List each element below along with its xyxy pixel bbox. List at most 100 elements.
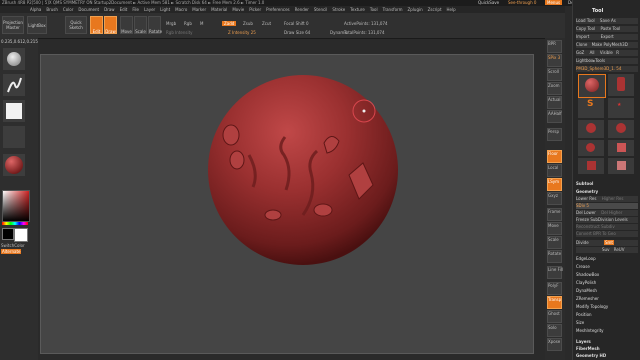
tool-thumb-pm3d-cube[interactable]: [608, 158, 634, 174]
menu-macro[interactable]: Macro: [175, 7, 187, 12]
freeze-subdiv-button[interactable]: Freeze SubDivision Levels: [576, 217, 638, 223]
color-picker[interactable]: [2, 190, 30, 222]
tool-thumb-polymesh[interactable]: ★: [608, 98, 634, 118]
tool-thumb-sphere3d[interactable]: [578, 120, 604, 138]
material-thumbnail[interactable]: [3, 154, 25, 176]
main-color-swatch[interactable]: [14, 228, 28, 242]
dynamesh-section[interactable]: DynaMesh: [576, 288, 638, 294]
higher-res-button[interactable]: Higher Res: [602, 196, 624, 201]
solo-button[interactable]: Solo: [547, 324, 562, 337]
transp-button[interactable]: Transp: [547, 296, 562, 309]
sdiv-slider[interactable]: SDiv 5: [576, 203, 638, 209]
layers-section[interactable]: Layers: [576, 339, 638, 345]
quicksave-button[interactable]: QuickSave: [478, 0, 499, 5]
position-section[interactable]: Position: [576, 312, 638, 318]
zoom-button[interactable]: Zoom: [547, 82, 562, 95]
reconstruct-subdiv-button[interactable]: Reconstruct Subdiv: [576, 224, 638, 230]
scroll-button[interactable]: Scroll: [547, 68, 562, 81]
menu-file[interactable]: File: [132, 7, 139, 12]
tool-thumb-cube3d-1[interactable]: [608, 140, 634, 156]
rotate-view-button[interactable]: Rotate: [547, 250, 562, 263]
size-section[interactable]: Size: [576, 320, 638, 326]
texture-thumbnail[interactable]: [3, 126, 25, 148]
menu-layer[interactable]: Layer: [144, 7, 155, 12]
rotate-button[interactable]: Rotate: [148, 16, 162, 34]
clone-button[interactable]: Clone: [576, 42, 587, 47]
move-button[interactable]: Move: [120, 16, 133, 34]
polyf-button[interactable]: PolyF: [547, 282, 562, 295]
move-view-button[interactable]: Move: [547, 222, 562, 235]
edgeloop-section[interactable]: EdgeLoop: [576, 256, 638, 262]
draw-button[interactable]: Draw: [104, 16, 117, 34]
suv-toggle[interactable]: Suv: [602, 247, 609, 252]
del-lower-button[interactable]: Del Lower: [576, 210, 596, 215]
menu-stencil[interactable]: Stencil: [314, 7, 328, 12]
stroke-thumbnail[interactable]: [3, 74, 25, 96]
load-tool-button[interactable]: Load Tool: [576, 18, 595, 23]
menu-document[interactable]: Document: [78, 7, 99, 12]
divide-button[interactable]: Divide: [576, 240, 589, 245]
z-intensity-slider[interactable]: Z Intensity 25: [228, 30, 256, 35]
geometry-hd-section[interactable]: Geometry HD: [576, 353, 638, 359]
document-canvas[interactable]: [40, 54, 534, 354]
sculpted-sphere[interactable]: [208, 75, 398, 265]
subtool-section[interactable]: Subtool: [576, 181, 638, 187]
zsub-button[interactable]: Zsub: [243, 21, 253, 26]
fibermesh-section[interactable]: FiberMesh: [576, 346, 638, 352]
lower-res-button[interactable]: Lower Res: [576, 196, 596, 201]
smt-toggle[interactable]: Smt: [603, 240, 614, 245]
rgb-intensity-slider[interactable]: Rgb Intensity: [166, 30, 193, 35]
geometry-section[interactable]: Geometry: [576, 189, 638, 195]
import-button[interactable]: Import: [576, 34, 589, 39]
crease-section[interactable]: Crease: [576, 264, 638, 270]
copy-tool-button[interactable]: Copy Tool: [576, 26, 595, 31]
r-button[interactable]: R: [616, 50, 619, 55]
xpose-button[interactable]: Xpose: [547, 338, 562, 351]
current-tool-slider[interactable]: PM3D_Sphere3D_1. 54: [576, 66, 638, 72]
claypolish-section[interactable]: ClayPolish: [576, 280, 638, 286]
menu-zscript[interactable]: Zscript: [428, 7, 442, 12]
tool-thumb-cylinder[interactable]: [608, 74, 634, 96]
convert-bpr-button[interactable]: Convert BPR To Geo: [576, 231, 638, 237]
tool-thumb-pm3d-sphere[interactable]: [578, 74, 606, 98]
export-button[interactable]: Export: [601, 34, 614, 39]
brush-thumbnail[interactable]: [3, 48, 25, 70]
tool-thumb-eraser[interactable]: [608, 120, 634, 138]
menu-texture[interactable]: Texture: [350, 7, 365, 12]
paste-tool-button[interactable]: Paste Tool: [600, 26, 620, 31]
del-higher-button[interactable]: Del Higher: [601, 210, 622, 215]
tool-thumb-simplebrush[interactable]: S: [578, 98, 604, 118]
shadowbox-section[interactable]: ShadowBox: [576, 272, 638, 278]
alternate-button[interactable]: Alternate: [1, 249, 22, 254]
mrgb-button[interactable]: Mrgb: [166, 21, 176, 26]
lightbox-tools-button[interactable]: Lightbox▸Tools: [576, 58, 638, 64]
modify-topology-section[interactable]: Modify Topology: [576, 304, 638, 310]
projection-master-button[interactable]: Projection Master: [2, 16, 24, 34]
spix-button[interactable]: SPix 3: [547, 54, 562, 67]
switch-color-button[interactable]: SwitchColor: [1, 243, 25, 248]
sculpt-viewport[interactable]: [41, 55, 533, 353]
actual-button[interactable]: Actual: [547, 96, 562, 109]
menu-material[interactable]: Material: [211, 7, 227, 12]
save-as-button[interactable]: Save As: [600, 18, 616, 23]
menu-color[interactable]: Color: [63, 7, 73, 12]
focal-shift-slider[interactable]: Focal Shift 0: [284, 21, 309, 26]
tool-thumb-cube3d[interactable]: [578, 158, 604, 174]
menu-movie[interactable]: Movie: [232, 7, 244, 12]
menu-preferences[interactable]: Preferences: [266, 7, 290, 12]
m-button[interactable]: M: [200, 21, 203, 26]
zcut-button[interactable]: Zcut: [262, 21, 271, 26]
menu-edit[interactable]: Edit: [120, 7, 128, 12]
aahalf-button[interactable]: AAHalf: [547, 110, 562, 123]
menu-brush[interactable]: Brush: [46, 7, 58, 12]
draw-size-slider[interactable]: Draw Size 64: [284, 30, 310, 35]
menu-picker[interactable]: Picker: [249, 7, 261, 12]
floor-button[interactable]: Floor: [547, 150, 562, 163]
visible-button[interactable]: Visible: [600, 50, 613, 55]
scale-view-button[interactable]: Scale: [547, 236, 562, 249]
menu-stroke[interactable]: Stroke: [332, 7, 345, 12]
local-button[interactable]: Local: [547, 164, 562, 177]
lightbox-button[interactable]: LightBox: [27, 16, 47, 34]
menu-draw[interactable]: Draw: [104, 7, 114, 12]
menus-button[interactable]: Menus: [545, 0, 563, 5]
